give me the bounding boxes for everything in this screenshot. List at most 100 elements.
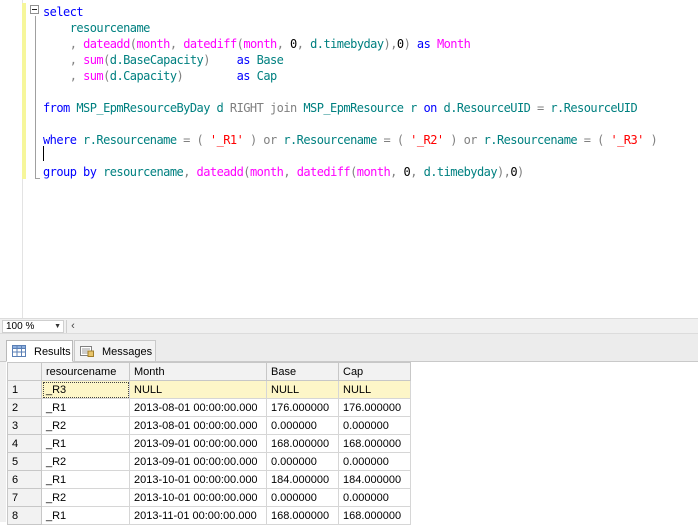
grid-cell[interactable]: _R2	[41, 452, 130, 471]
code-token: d.timebyday	[310, 37, 384, 51]
scroll-left-icon[interactable]: ‹	[66, 320, 79, 333]
zoom-dropdown[interactable]: 100 % ▼	[2, 320, 64, 333]
code-token: (	[350, 165, 357, 179]
code-token: )	[203, 53, 237, 67]
table-row[interactable]: 2 _R1 2013-08-01 00:00:00.000 176.000000 176…	[7, 398, 411, 417]
code-line[interactable]: , sum(d.Capacity) as Cap	[43, 68, 278, 84]
code-line[interactable]: where r.Resourcename = ( '_R1' ) or r.Re…	[43, 132, 658, 148]
grid-cell[interactable]: _R2	[41, 488, 130, 507]
code-line[interactable]: , dateadd(month, datediff(month, 0, d.ti…	[43, 36, 471, 52]
code-token: (	[243, 165, 250, 179]
grid-cell[interactable]: 168.000000	[266, 434, 339, 453]
code-token: sum	[83, 53, 104, 67]
tab-messages[interactable]: Messages	[74, 340, 156, 362]
grid-cell[interactable]: 168.000000	[338, 434, 411, 453]
code-token: ,	[43, 37, 84, 51]
grid-cell[interactable]: _R1	[41, 470, 130, 489]
code-token: )	[517, 165, 524, 179]
row-number[interactable]: 2	[7, 398, 42, 417]
code-line[interactable]: , sum(d.BaseCapacity) as Base	[43, 52, 284, 68]
code-token: group by	[43, 165, 97, 179]
row-number[interactable]: 5	[7, 452, 42, 471]
code-token: ,	[296, 37, 311, 51]
row-number[interactable]: 4	[7, 434, 42, 453]
code-token: month	[249, 165, 284, 179]
grid-cell[interactable]: _R2	[41, 416, 130, 435]
code-token: ,	[390, 165, 404, 179]
grid-cell[interactable]: _R1	[41, 434, 130, 453]
chevron-down-icon[interactable]: ▼	[54, 321, 61, 333]
code-token: r.Resourcename	[276, 133, 384, 147]
code-token: r.Resourcename	[76, 133, 184, 147]
grid-cell[interactable]: 2013-09-01 00:00:00.000	[129, 434, 267, 453]
grid-cell[interactable]: 0.000000	[338, 452, 411, 471]
code-token: ,	[183, 165, 197, 179]
grid-cell[interactable]: 0.000000	[266, 488, 339, 507]
grid-cell[interactable]: NULL	[129, 380, 267, 399]
code-token: datediff	[296, 165, 351, 179]
row-number[interactable]: 1	[7, 380, 42, 399]
code-line[interactable]: from MSP_EpmResourceByDay d RIGHT join M…	[43, 100, 638, 116]
row-header-corner[interactable]	[7, 362, 42, 381]
grid-cell[interactable]: 184.000000	[338, 470, 411, 489]
code-token: month	[356, 165, 391, 179]
table-row[interactable]: 3 _R2 2013-08-01 00:00:00.000 0.000000 0.000…	[7, 416, 411, 435]
code-line[interactable]: group by resourcename, dateadd(month, da…	[43, 164, 524, 180]
code-token: 0	[396, 37, 404, 51]
query-editor[interactable]: select resourcename , dateadd(month, dat…	[0, 0, 698, 318]
code-token: dateadd	[83, 37, 130, 51]
table-row[interactable]: 6 _R1 2013-10-01 00:00:00.000 184.000000 184…	[7, 470, 411, 489]
code-token: as	[236, 69, 251, 83]
grid-cell[interactable]: NULL	[338, 380, 411, 399]
row-number[interactable]: 7	[7, 488, 42, 507]
code-token: Cap	[249, 69, 278, 83]
code-token: sum	[83, 69, 104, 83]
grid-cell[interactable]: _R1	[41, 398, 130, 417]
table-row[interactable]: 5 _R2 2013-09-01 00:00:00.000 0.000000 0.000…	[7, 452, 411, 471]
grid-cell[interactable]: 0.000000	[338, 416, 411, 435]
grid-cell[interactable]: 0.000000	[266, 452, 339, 471]
code-line[interactable]: resourcename	[43, 20, 151, 36]
code-token: resourcename	[43, 21, 151, 35]
grid-cell[interactable]: NULL	[266, 380, 339, 399]
column-header[interactable]: Cap	[338, 362, 411, 381]
row-number[interactable]: 6	[7, 470, 42, 489]
code-token: ,	[283, 165, 297, 179]
grid-cell[interactable]: 2013-10-01 00:00:00.000	[129, 470, 267, 489]
grid-cell[interactable]: 0.000000	[338, 488, 411, 507]
table-row[interactable]: 1 _R3 NULL NULL NULL	[7, 380, 411, 399]
change-indicator-bar	[22, 3, 26, 179]
code-token: (	[103, 53, 110, 67]
tab-results-label: Results	[34, 346, 71, 358]
editor-horizontal-scrollbar[interactable]	[0, 318, 698, 334]
code-token: =	[536, 101, 544, 115]
grid-cell[interactable]: 184.000000	[266, 470, 339, 489]
grid-cell[interactable]: 0.000000	[266, 416, 339, 435]
tab-results[interactable]: Results	[6, 340, 73, 362]
grid-cell[interactable]: _R3	[41, 380, 130, 399]
grid-icon	[12, 345, 26, 357]
grid-cell[interactable]: 2013-10-01 00:00:00.000	[129, 488, 267, 507]
code-token: month	[243, 37, 277, 51]
column-header[interactable]: resourcename	[41, 362, 130, 381]
code-token: ,	[43, 53, 84, 67]
results-grid[interactable]: resourcename Month Base Cap 1 _R3 NULL NULL…	[7, 362, 411, 525]
grid-cell[interactable]: 176.000000	[338, 398, 411, 417]
column-header[interactable]: Month	[129, 362, 267, 381]
code-token: 0	[290, 37, 297, 51]
code-token: (	[189, 133, 210, 147]
grid-cell[interactable]: 2013-08-01 00:00:00.000	[129, 416, 267, 435]
messages-icon	[80, 346, 94, 357]
table-row[interactable]: 7 _R2 2013-10-01 00:00:00.000 0.000000 0.000…	[7, 488, 411, 507]
column-header[interactable]: Base	[266, 362, 339, 381]
grid-cell[interactable]: 2013-08-01 00:00:00.000	[129, 398, 267, 417]
code-token: from	[43, 101, 70, 115]
code-token: where	[43, 133, 77, 147]
collapse-region-icon[interactable]	[30, 5, 39, 14]
table-row[interactable]: 4 _R1 2013-09-01 00:00:00.000 168.000000 168…	[7, 434, 411, 453]
row-number[interactable]: 3	[7, 416, 42, 435]
grid-cell[interactable]: 2013-09-01 00:00:00.000	[129, 452, 267, 471]
code-token: datediff	[183, 37, 237, 51]
grid-cell[interactable]: 176.000000	[266, 398, 339, 417]
code-line[interactable]: select	[43, 4, 84, 20]
